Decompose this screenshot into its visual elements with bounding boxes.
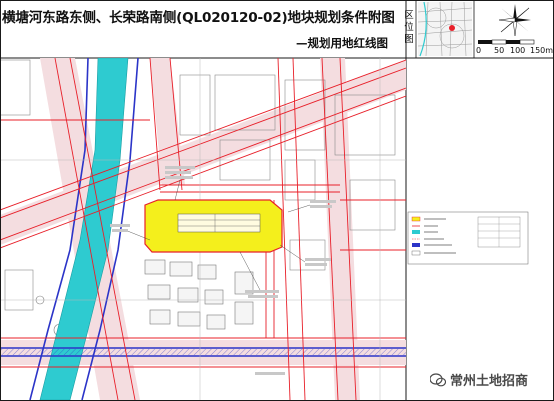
location-mini-map xyxy=(417,1,473,57)
location-label-char-1: 区 xyxy=(404,10,414,21)
site-plan-map xyxy=(0,0,554,401)
watermark: 常州土地招商 xyxy=(430,370,528,389)
parcel-info-table xyxy=(177,213,261,233)
location-marker-icon xyxy=(449,25,455,31)
scale-tick-150: 150m xyxy=(530,46,554,55)
compass-north-arrow-icon xyxy=(498,4,531,37)
legend-swatch-parcel xyxy=(411,216,421,222)
map-legend-panel xyxy=(407,211,529,265)
scale-tick-100: 100 xyxy=(510,46,526,55)
location-label-char-2: 位 xyxy=(404,22,414,33)
map-content xyxy=(1,58,406,400)
legend-swatch-water xyxy=(412,230,420,234)
legend-swatch-blueline xyxy=(412,243,420,247)
map-subtitle: —规划用地红线图 xyxy=(296,36,388,50)
location-label-char-3: 图 xyxy=(404,34,414,45)
watermark-text: 常州土地招商 xyxy=(450,374,529,389)
scale-tick-50: 50 xyxy=(494,46,505,55)
wechat-icon xyxy=(430,372,446,386)
map-title: 横塘河东路东侧、长荣路南侧(QL020120-02)地块规划条件附图 xyxy=(2,10,395,26)
location-map-label: 区 位 图 xyxy=(402,10,416,46)
scale-tick-0: 0 xyxy=(476,46,482,55)
planning-sheet: 横塘河东路东侧、长荣路南侧(QL020120-02)地块规划条件附图 —规划用地… xyxy=(0,0,554,401)
scale-bar xyxy=(478,39,535,45)
